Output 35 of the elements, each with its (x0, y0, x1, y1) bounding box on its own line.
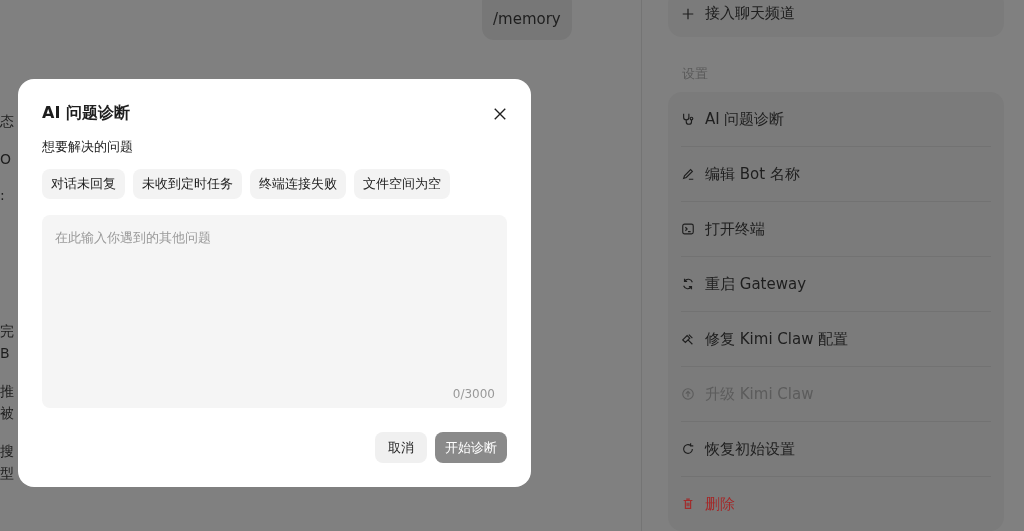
user-message: /memory (482, 0, 572, 40)
dialog-title: AI 问题诊断 (42, 103, 130, 124)
message-text-fragment: 完 (0, 322, 15, 340)
settings-item[interactable]: 打开终端 (681, 202, 991, 257)
dialog-subtitle: 想要解决的问题 (42, 138, 134, 156)
add-channel-button[interactable]: 接入聊天频道 (668, 0, 1004, 37)
close-icon[interactable] (493, 106, 507, 121)
message-text-fragment: : (0, 186, 6, 204)
message-text-fragment: 被 (0, 404, 15, 422)
message-text-fragment: 型 (0, 464, 15, 482)
settings-item[interactable]: AI 问题诊断 (681, 92, 991, 147)
message-text-fragment: O (0, 150, 13, 168)
settings-item[interactable]: 编辑 Bot 名称 (681, 147, 991, 202)
settings-item[interactable]: 修复 Kimi Claw 配置 (681, 312, 991, 367)
trash-icon (681, 497, 695, 511)
message-text-fragment: 搜 (0, 442, 15, 460)
hammer-icon (681, 332, 695, 346)
settings-item[interactable]: 重启 Gateway (681, 257, 991, 312)
issue-chip[interactable]: 未收到定时任务 (133, 169, 242, 199)
settings-item[interactable]: 恢复初始设置 (681, 422, 991, 477)
plus-icon (681, 6, 695, 21)
message-text-fragment: B (0, 344, 11, 362)
stethoscope-icon (681, 112, 695, 126)
message-text-fragment: 推 (0, 382, 15, 400)
pencil-icon (681, 167, 695, 181)
message-text-fragment: 态 (0, 112, 15, 130)
issue-chip[interactable]: 对话未回复 (42, 169, 125, 199)
upload-icon (681, 387, 695, 401)
issue-chip[interactable]: 文件空间为空 (354, 169, 450, 199)
terminal-icon (681, 222, 695, 236)
reset-icon (681, 442, 695, 456)
refresh-icon (681, 277, 695, 291)
character-counter: 0/3000 (452, 387, 495, 401)
issue-chip[interactable]: 终端连接失败 (250, 169, 346, 199)
cancel-button[interactable]: 取消 (375, 432, 427, 463)
